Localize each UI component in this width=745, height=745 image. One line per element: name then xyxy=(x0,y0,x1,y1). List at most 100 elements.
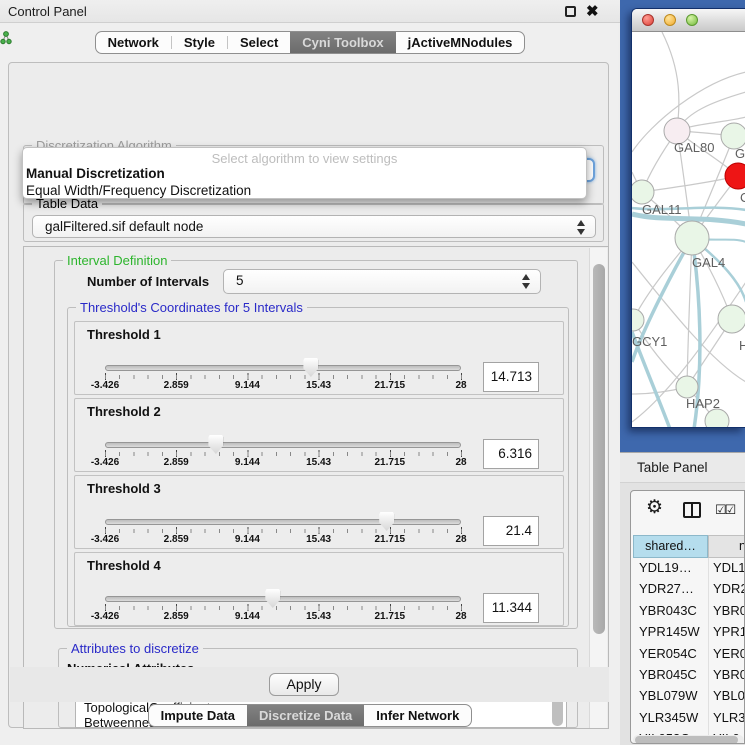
panel-title: Control Panel xyxy=(8,4,87,19)
threshold-label: Threshold 3 xyxy=(87,481,161,496)
tick-label: 15.43 xyxy=(306,611,331,622)
node-label: GAL80 xyxy=(674,140,714,155)
cell-name: YPR1 xyxy=(713,624,745,639)
cell-name: YLR3 xyxy=(713,710,745,725)
threshold-label: Threshold 1 xyxy=(87,327,161,342)
column-select-icon[interactable]: ☑☑ xyxy=(715,502,734,518)
spinner-stepper-icon xyxy=(522,274,531,289)
tick-label: 28 xyxy=(455,611,466,622)
network-window-titlebar[interactable] xyxy=(632,9,745,32)
network-node[interactable] xyxy=(718,305,745,333)
dropdown-option-equal-width[interactable]: Equal Width/Frequency Discretization xyxy=(26,183,251,198)
cell-shared-name: YBR043C xyxy=(639,603,705,618)
node-label: GA xyxy=(735,146,745,161)
column-divider xyxy=(708,558,709,735)
table-row[interactable]: YDL19… YDL1 xyxy=(633,558,745,579)
tick-label: 28 xyxy=(455,457,466,468)
tab-network[interactable]: Network xyxy=(96,32,171,53)
minimize-traffic-light-icon[interactable] xyxy=(664,14,676,26)
cell-shared-name: YDL19… xyxy=(639,560,705,575)
tab-infer-network[interactable]: Infer Network xyxy=(364,705,471,726)
float-window-icon[interactable] xyxy=(565,6,576,17)
table-data-group: Table Data galFiltered.sif default node xyxy=(23,203,604,242)
cyni-panel-body: Discretization Algorithm Table Data galF… xyxy=(8,62,609,728)
threshold-panel: Threshold 1 -3.4262.8599.14415.4321.7152… xyxy=(74,321,564,395)
horizontal-scrollbar[interactable] xyxy=(633,735,744,744)
tab-style[interactable]: Style xyxy=(172,32,227,53)
cell-shared-name: YLR345W xyxy=(639,710,705,725)
threshold-value-field[interactable]: 14.713 xyxy=(483,362,539,392)
tick-label: 21.715 xyxy=(375,611,406,622)
network-node[interactable] xyxy=(632,180,654,204)
cytoscape-desktop: GAL80GACGAL11GAL4GCY1HHAP2 Table Panel ⚙… xyxy=(620,0,745,745)
node-label: HAP2 xyxy=(686,396,720,411)
slider-track[interactable] xyxy=(105,596,461,602)
close-traffic-light-icon[interactable] xyxy=(642,14,654,26)
vertical-scrollbar-thumb[interactable] xyxy=(593,264,605,634)
table-row[interactable]: YBR043C YBR0 xyxy=(633,601,745,622)
algorithm-dropdown-popup: Select algorithm to view settings Manual… xyxy=(22,147,587,199)
combobox-stepper-icon xyxy=(577,220,586,235)
tick-label: 2.859 xyxy=(164,534,189,545)
table-row[interactable]: YBR045C YBR0 xyxy=(633,665,745,686)
dropdown-option-manual[interactable]: Manual Discretization xyxy=(26,166,165,181)
threshold-value-field[interactable]: 11.344 xyxy=(483,593,539,623)
zoom-traffic-light-icon[interactable] xyxy=(686,14,698,26)
threshold-panel: Threshold 3 -3.4262.8599.14415.4321.7152… xyxy=(74,475,564,549)
network-view-window[interactable]: GAL80GACGAL11GAL4GCY1HHAP2 xyxy=(631,8,745,428)
threshold-panel: Threshold 4 -3.4262.8599.14415.4321.7152… xyxy=(74,552,564,626)
cell-shared-name: YBL079W xyxy=(639,688,705,703)
slider-track[interactable] xyxy=(105,442,461,448)
tab-label: Impute Data xyxy=(161,708,235,723)
tab-label: Select xyxy=(240,35,278,50)
table-row[interactable]: YBL079W YBL0 xyxy=(633,686,745,707)
table-row[interactable]: YDR27… YDR2 xyxy=(633,579,745,600)
tab-cyni-toolbox[interactable]: Cyni Toolbox xyxy=(290,32,395,53)
group-title: Interval Definition xyxy=(63,253,171,268)
tab-label: Style xyxy=(184,35,215,50)
apply-button[interactable]: Apply xyxy=(269,673,339,696)
bottom-tab-bar: Impute Data Discretize Data Infer Networ… xyxy=(0,704,620,727)
slider-minor-ticks xyxy=(105,606,463,610)
tab-jactivemnodules[interactable]: jActiveMNodules xyxy=(396,32,525,53)
table-panel-title: Table Panel xyxy=(637,460,708,475)
table-row[interactable]: YER054C YER0 xyxy=(633,644,745,665)
tab-impute-data[interactable]: Impute Data xyxy=(149,705,247,726)
tick-label: 21.715 xyxy=(375,380,406,391)
threshold-label: Threshold 2 xyxy=(87,404,161,419)
network-node-selected[interactable] xyxy=(725,163,745,189)
slider-track[interactable] xyxy=(105,365,461,371)
interval-definition-group: Interval Definition Number of Intervals … xyxy=(54,260,578,629)
node-label: H xyxy=(739,338,745,353)
table-row[interactable]: YLR345W YLR3 xyxy=(633,708,745,729)
number-of-intervals-spinner[interactable]: 5 xyxy=(223,269,541,294)
threshold-value-field[interactable]: 6.316 xyxy=(483,439,539,469)
tab-label: jActiveMNodules xyxy=(408,35,513,50)
column-header-name[interactable]: na xyxy=(708,535,745,558)
network-node[interactable] xyxy=(675,221,709,255)
split-panel-icon[interactable] xyxy=(683,502,701,518)
network-node[interactable] xyxy=(632,309,644,331)
tab-select[interactable]: Select xyxy=(228,32,290,53)
gear-icon[interactable]: ⚙ xyxy=(646,496,663,519)
cell-name: YBL0 xyxy=(713,688,745,703)
cell-shared-name: YBR045C xyxy=(639,667,705,682)
table-row[interactable]: YPR145W YPR1 xyxy=(633,622,745,643)
threshold-label: Threshold 4 xyxy=(87,558,161,573)
network-node[interactable] xyxy=(705,409,729,428)
vertical-scrollbar[interactable] xyxy=(589,248,607,729)
cell-shared-name: YDR27… xyxy=(639,581,705,596)
cell-name: YDL1 xyxy=(713,560,745,575)
slider-track[interactable] xyxy=(105,519,461,525)
table-data-combobox[interactable]: galFiltered.sif default node xyxy=(32,215,596,238)
column-header-shared-name[interactable]: shared… xyxy=(633,535,708,558)
tab-discretize-data[interactable]: Discretize Data xyxy=(247,705,364,726)
network-graph xyxy=(632,32,745,428)
network-node[interactable] xyxy=(676,376,698,398)
thresholds-group: Threshold's Coordinates for 5 Intervals … xyxy=(67,307,569,627)
horizontal-scrollbar-thumb[interactable] xyxy=(635,736,738,744)
group-title: Attributes to discretize xyxy=(67,641,203,656)
threshold-value-field[interactable]: 21.4 xyxy=(483,516,539,546)
close-icon[interactable]: ✖ xyxy=(586,2,599,20)
network-canvas[interactable]: GAL80GACGAL11GAL4GCY1HHAP2 xyxy=(632,32,745,428)
